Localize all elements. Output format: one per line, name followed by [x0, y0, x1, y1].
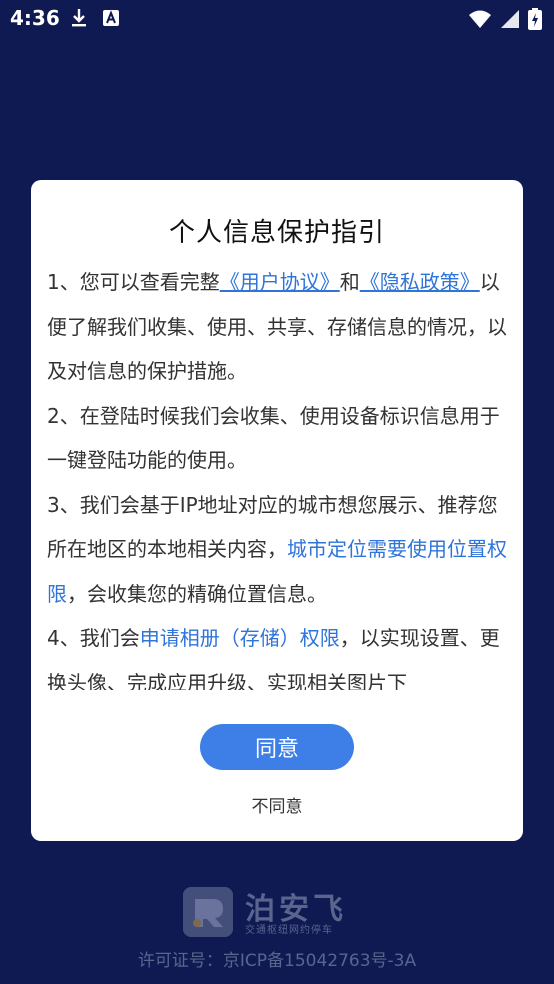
- dialog-content[interactable]: 1、您可以查看完整《用户协议》和《隐私政策》以便了解我们收集、使用、共享、存储信…: [47, 260, 507, 690]
- battery-icon: [528, 8, 542, 30]
- logo-mark-icon: [193, 899, 223, 927]
- accessibility-icon: [103, 10, 119, 26]
- disagree-button[interactable]: 不同意: [31, 792, 523, 817]
- logo-icon: [183, 887, 233, 937]
- paragraph-2: 2、在登陆时候我们会收集、使用设备标识信息用于一键登陆功能的使用。: [47, 403, 500, 473]
- app-logo: 泊安飞 交通枢纽网约停车: [183, 884, 373, 944]
- p3-text-b: ，会收集您的精确位置信息。: [67, 581, 327, 606]
- logo-slogan: 交通枢纽网约停车: [245, 925, 333, 936]
- paragraph-1: 1、您可以查看完整《用户协议》和《隐私政策》以便了解我们收集、使用、共享、存储信…: [47, 260, 507, 394]
- status-left-icons: [70, 8, 120, 28]
- p4-text-a: 4、我们会: [47, 626, 140, 650]
- status-time: 4:36: [10, 6, 60, 30]
- user-agreement-link[interactable]: 《用户协议》: [220, 270, 340, 294]
- wifi-icon: [469, 10, 491, 28]
- p1-text-a: 1、您可以查看完整: [47, 270, 220, 294]
- download-icon: [72, 9, 86, 27]
- privacy-policy-link[interactable]: 《隐私政策》: [360, 270, 480, 294]
- license-text: 许可证号：京ICP备15042763号-3A: [137, 951, 417, 971]
- dialog-title: 个人信息保护指引: [168, 218, 385, 248]
- agree-button[interactable]: 同意: [200, 724, 354, 770]
- paragraph-3: 3、我们会基于IP地址对应的城市想您展示、推荐您所在地区的本地相关内容，城市定位…: [47, 483, 507, 617]
- status-right-icons: [468, 8, 542, 30]
- signal-icon: [501, 10, 519, 28]
- storage-permission-link[interactable]: 申请相册（存储）权限: [140, 626, 340, 650]
- privacy-dialog: 个人信息保护指引 1、您可以查看完整《用户协议》和《隐私政策》以便了解我们收集、…: [31, 180, 523, 841]
- status-bar: 4:36: [0, 0, 554, 40]
- p1-text-b: 和: [339, 270, 360, 294]
- paragraph-4: 4、我们会申请相册（存储）权限，以实现设置、更换头像、完成应用升级、实现相关图片…: [47, 616, 507, 690]
